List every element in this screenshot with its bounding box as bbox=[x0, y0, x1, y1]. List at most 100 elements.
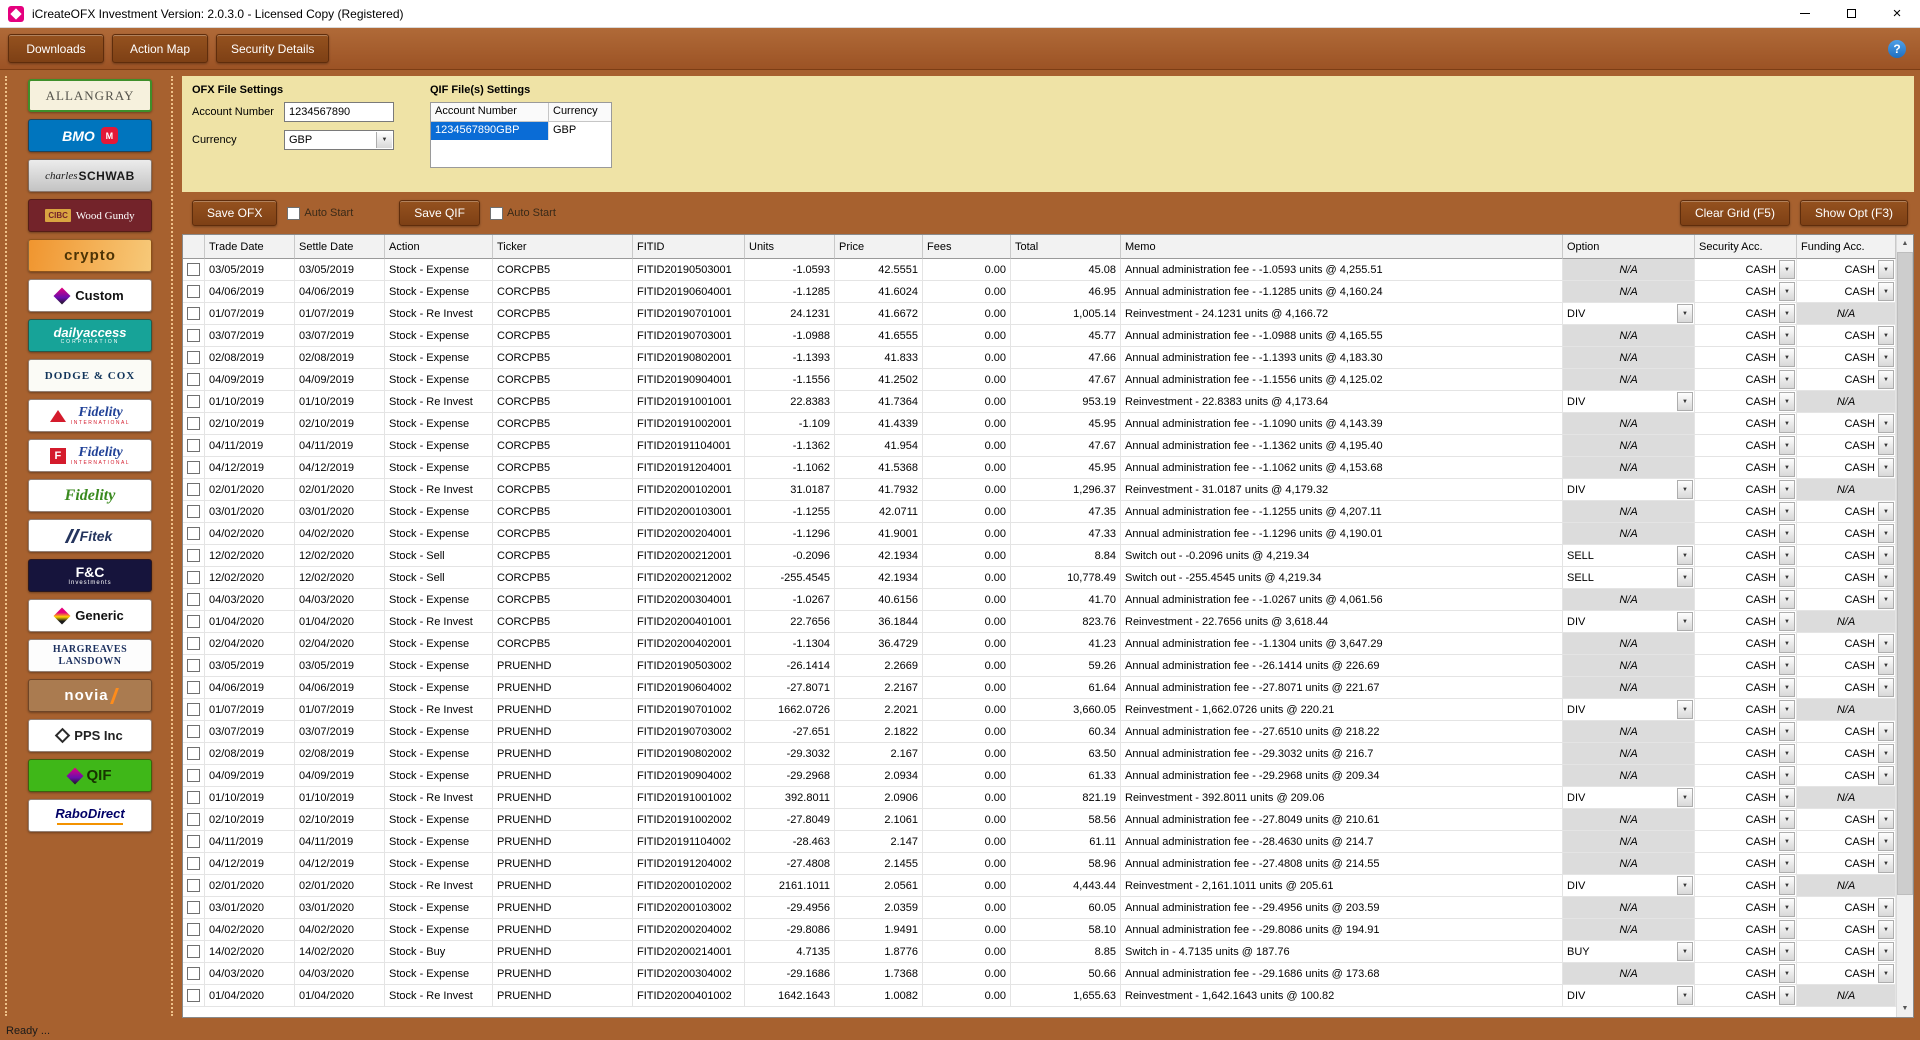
chevron-down-icon[interactable]: ▼ bbox=[1779, 634, 1795, 653]
chevron-down-icon[interactable]: ▼ bbox=[1677, 568, 1693, 587]
sidebar-item-fitek[interactable]: Fitek bbox=[28, 519, 152, 552]
chevron-down-icon[interactable]: ▼ bbox=[1779, 524, 1795, 543]
row-checkbox[interactable] bbox=[187, 945, 200, 958]
row-checkbox[interactable] bbox=[187, 879, 200, 892]
security-acc-select[interactable]: CASH▼ bbox=[1695, 655, 1797, 677]
qif-account-cell[interactable]: 1234567890GBP bbox=[431, 122, 549, 140]
row-checkbox[interactable] bbox=[187, 681, 200, 694]
chevron-down-icon[interactable]: ▼ bbox=[1677, 612, 1693, 631]
chevron-down-icon[interactable]: ▼ bbox=[1677, 480, 1693, 499]
sidebar-item-novia[interactable]: novia bbox=[28, 679, 152, 712]
row-checkbox[interactable] bbox=[187, 439, 200, 452]
row-checkbox[interactable] bbox=[187, 263, 200, 276]
security-acc-select[interactable]: CASH▼ bbox=[1695, 611, 1797, 633]
chevron-down-icon[interactable]: ▼ bbox=[1677, 546, 1693, 565]
auto-start-qif-checkbox[interactable] bbox=[490, 207, 503, 220]
chevron-down-icon[interactable]: ▼ bbox=[1878, 722, 1894, 741]
sidebar-item-allangray[interactable]: ALLANGRAY bbox=[28, 79, 152, 112]
security-acc-select[interactable]: CASH▼ bbox=[1695, 457, 1797, 479]
chevron-down-icon[interactable]: ▼ bbox=[1779, 942, 1795, 961]
col-fitid[interactable]: FITID bbox=[633, 235, 745, 259]
chevron-down-icon[interactable]: ▼ bbox=[1677, 304, 1693, 323]
row-checkbox[interactable] bbox=[187, 285, 200, 298]
sidebar-item-cibc-wood-gundy[interactable]: CIBCWood Gundy bbox=[28, 199, 152, 232]
chevron-down-icon[interactable]: ▼ bbox=[1878, 524, 1894, 543]
sidebar-item-custom[interactable]: Custom bbox=[28, 279, 152, 312]
security-acc-select[interactable]: CASH▼ bbox=[1695, 545, 1797, 567]
option-select[interactable]: DIV▼ bbox=[1563, 391, 1695, 413]
security-acc-select[interactable]: CASH▼ bbox=[1695, 281, 1797, 303]
row-checkbox[interactable] bbox=[187, 857, 200, 870]
sidebar-item-dodge-cox[interactable]: DODGE & COX bbox=[28, 359, 152, 392]
qif-account-row[interactable]: 1234567890GBP GBP bbox=[431, 122, 611, 140]
funding-acc-select[interactable]: CASH▼ bbox=[1797, 501, 1896, 523]
chevron-down-icon[interactable]: ▼ bbox=[1878, 810, 1894, 829]
funding-acc-select[interactable]: CASH▼ bbox=[1797, 523, 1896, 545]
option-select[interactable]: SELL▼ bbox=[1563, 545, 1695, 567]
clear-grid-button[interactable]: Clear Grid (F5) bbox=[1680, 200, 1790, 226]
auto-start-qif[interactable]: Auto Start bbox=[490, 207, 556, 220]
row-checkbox[interactable] bbox=[187, 615, 200, 628]
action-map-button[interactable]: Action Map bbox=[112, 34, 208, 63]
close-button[interactable]: × bbox=[1874, 0, 1920, 27]
security-acc-select[interactable]: CASH▼ bbox=[1695, 765, 1797, 787]
chevron-down-icon[interactable]: ▼ bbox=[1779, 458, 1795, 477]
chevron-down-icon[interactable]: ▼ bbox=[1878, 370, 1894, 389]
col-option[interactable]: Option bbox=[1563, 235, 1695, 259]
row-checkbox[interactable] bbox=[187, 593, 200, 606]
row-checkbox[interactable] bbox=[187, 923, 200, 936]
col-security-acc[interactable]: Security Acc. bbox=[1695, 235, 1797, 259]
chevron-down-icon[interactable]: ▼ bbox=[1878, 678, 1894, 697]
funding-acc-select[interactable]: CASH▼ bbox=[1797, 897, 1896, 919]
auto-start-ofx[interactable]: Auto Start bbox=[287, 207, 353, 220]
chevron-down-icon[interactable]: ▼ bbox=[1878, 766, 1894, 785]
chevron-down-icon[interactable]: ▼ bbox=[1878, 458, 1894, 477]
chevron-down-icon[interactable]: ▼ bbox=[1878, 282, 1894, 301]
sidebar-item-fc-investments[interactable]: F&CInvestments bbox=[28, 559, 152, 592]
chevron-down-icon[interactable]: ▼ bbox=[1878, 964, 1894, 983]
chevron-down-icon[interactable]: ▼ bbox=[1878, 656, 1894, 675]
row-checkbox[interactable] bbox=[187, 571, 200, 584]
option-select[interactable]: DIV▼ bbox=[1563, 479, 1695, 501]
col-price[interactable]: Price bbox=[835, 235, 923, 259]
row-checkbox[interactable] bbox=[187, 483, 200, 496]
chevron-down-icon[interactable]: ▼ bbox=[1779, 612, 1795, 631]
row-checkbox[interactable] bbox=[187, 967, 200, 980]
chevron-down-icon[interactable]: ▼ bbox=[1779, 700, 1795, 719]
chevron-down-icon[interactable]: ▼ bbox=[1779, 414, 1795, 433]
security-acc-select[interactable]: CASH▼ bbox=[1695, 721, 1797, 743]
funding-acc-select[interactable]: CASH▼ bbox=[1797, 919, 1896, 941]
sidebar-item-charles-schwab[interactable]: charlesSCHWAB bbox=[28, 159, 152, 192]
vertical-scrollbar[interactable]: ▲ ▼ bbox=[1896, 235, 1913, 1017]
chevron-down-icon[interactable]: ▼ bbox=[1677, 942, 1693, 961]
auto-start-ofx-checkbox[interactable] bbox=[287, 207, 300, 220]
row-checkbox[interactable] bbox=[187, 527, 200, 540]
chevron-down-icon[interactable]: ▼ bbox=[1779, 832, 1795, 851]
sidebar-item-fidelity-green[interactable]: Fidelity bbox=[28, 479, 152, 512]
scroll-up-icon[interactable]: ▲ bbox=[1897, 235, 1913, 252]
funding-acc-select[interactable]: CASH▼ bbox=[1797, 809, 1896, 831]
row-checkbox[interactable] bbox=[187, 747, 200, 760]
chevron-down-icon[interactable]: ▼ bbox=[1779, 898, 1795, 917]
scrollbar-track[interactable] bbox=[1897, 252, 1913, 1000]
chevron-down-icon[interactable]: ▼ bbox=[1878, 744, 1894, 763]
security-acc-select[interactable]: CASH▼ bbox=[1695, 347, 1797, 369]
security-acc-select[interactable]: CASH▼ bbox=[1695, 589, 1797, 611]
chevron-down-icon[interactable]: ▼ bbox=[1677, 788, 1693, 807]
sidebar-item-fidelity-f[interactable]: FFidelityINTERNATIONAL bbox=[28, 439, 152, 472]
col-units[interactable]: Units bbox=[745, 235, 835, 259]
funding-acc-select[interactable]: CASH▼ bbox=[1797, 941, 1896, 963]
account-number-field[interactable] bbox=[284, 102, 394, 122]
col-settle-date[interactable]: Settle Date bbox=[295, 235, 385, 259]
sidebar-item-dailyaccess[interactable]: dailyaccessCORPORATION bbox=[28, 319, 152, 352]
security-acc-select[interactable]: CASH▼ bbox=[1695, 369, 1797, 391]
chevron-down-icon[interactable]: ▼ bbox=[1878, 546, 1894, 565]
chevron-down-icon[interactable]: ▼ bbox=[1878, 942, 1894, 961]
funding-acc-select[interactable]: CASH▼ bbox=[1797, 853, 1896, 875]
funding-acc-select[interactable]: CASH▼ bbox=[1797, 545, 1896, 567]
funding-acc-select[interactable]: CASH▼ bbox=[1797, 259, 1896, 281]
security-acc-select[interactable]: CASH▼ bbox=[1695, 325, 1797, 347]
funding-acc-select[interactable]: CASH▼ bbox=[1797, 435, 1896, 457]
chevron-down-icon[interactable]: ▼ bbox=[1779, 502, 1795, 521]
funding-acc-select[interactable]: CASH▼ bbox=[1797, 347, 1896, 369]
